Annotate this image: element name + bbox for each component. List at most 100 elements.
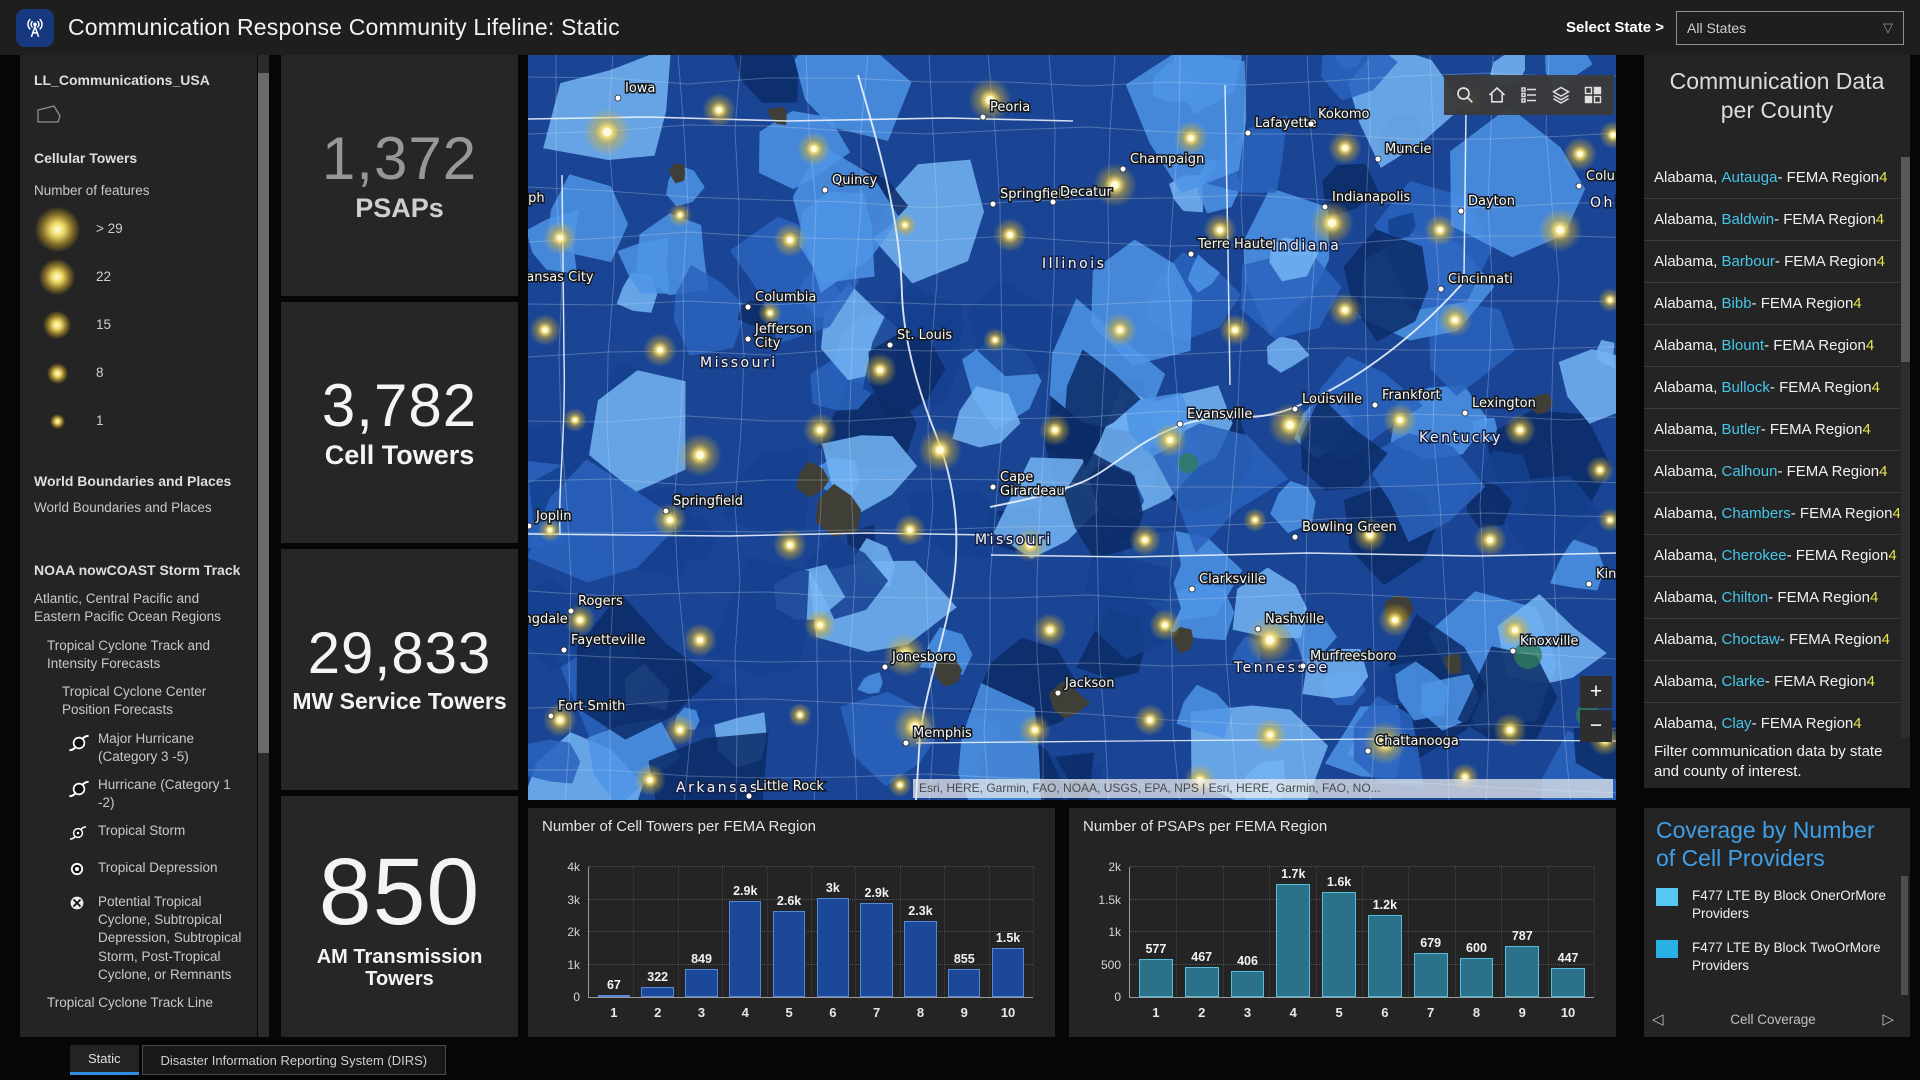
bar[interactable]	[1139, 959, 1173, 997]
bar[interactable]	[860, 903, 892, 997]
bar[interactable]	[1460, 958, 1494, 997]
map-tool-search-icon[interactable]	[1450, 80, 1480, 110]
county-row[interactable]: Alabama, Barbour - FEMA Region 4	[1644, 241, 1900, 283]
coverage-pager-label: Cell Coverage	[1730, 1012, 1816, 1027]
storm-legend-item: Tropical Cyclone Track and Intensity For…	[47, 637, 245, 673]
state-dropdown-value: All States	[1687, 20, 1746, 36]
city-label: Fort Smith	[558, 699, 625, 714]
bar[interactable]	[817, 898, 849, 997]
city-dot	[1365, 748, 1371, 754]
green-patch	[1178, 453, 1198, 473]
city-dot	[1375, 156, 1381, 162]
city-label: Lafayette	[1255, 116, 1317, 131]
city-label: Evansville	[1187, 407, 1252, 422]
county-row[interactable]: Alabama, Clarke - FEMA Region 4	[1644, 661, 1900, 703]
bar[interactable]	[1505, 946, 1539, 997]
circle-x-icon	[68, 893, 92, 984]
sidebar-scrollbar[interactable]	[258, 55, 269, 1037]
county-row-name: Clarke	[1722, 673, 1765, 690]
storm-legend-item: Tropical Depression	[68, 859, 245, 883]
bar-value-label: 2.9k	[733, 884, 757, 898]
tab-static[interactable]: Static	[70, 1045, 139, 1075]
city-label: Memphis	[913, 726, 972, 741]
coverage-scrollbar[interactable]	[1901, 820, 1908, 995]
y-axis-tick-label: 1k	[1108, 925, 1121, 939]
x-axis-label: 7	[1427, 1005, 1434, 1020]
bar[interactable]	[729, 901, 761, 997]
bar[interactable]	[992, 948, 1024, 997]
bar[interactable]	[685, 969, 717, 997]
city-dot	[1245, 130, 1251, 136]
bar-group: 3222	[636, 867, 680, 997]
bar[interactable]	[1551, 968, 1585, 997]
bar[interactable]	[1414, 953, 1448, 997]
state-dropdown[interactable]: All States ▽	[1676, 11, 1904, 45]
storm-legend-item: Major Hurricane (Category 3 -5)	[68, 730, 245, 766]
county-row[interactable]: Alabama, Butler - FEMA Region 4	[1644, 409, 1900, 451]
bar-group: 4672	[1179, 867, 1225, 997]
bar-group: 2.9k4	[723, 867, 767, 997]
coverage-next-button[interactable]: ▷	[1882, 1010, 1894, 1028]
stat-value: 29,833	[308, 624, 491, 685]
map-tool-home-icon[interactable]	[1482, 80, 1512, 110]
tab-disaster-information-reporting-system-dirs[interactable]: Disaster Information Reporting System (D…	[142, 1045, 447, 1075]
county-row[interactable]: Alabama, Chambers - FEMA Region 4	[1644, 493, 1900, 535]
county-row[interactable]: Alabama, Choctaw - FEMA Region 4	[1644, 619, 1900, 661]
x-axis-label: 10	[1561, 1005, 1575, 1020]
county-row-name: Choctaw	[1722, 631, 1780, 648]
bar[interactable]	[904, 921, 936, 997]
county-row[interactable]: Alabama, Autauga - FEMA Region 4	[1644, 157, 1900, 199]
x-axis-label: 4	[742, 1005, 749, 1020]
county-list-scrollbar-thumb[interactable]	[1901, 157, 1910, 362]
x-axis-label: 6	[1381, 1005, 1388, 1020]
bar[interactable]	[641, 987, 673, 997]
county-row[interactable]: Alabama, Calhoun - FEMA Region 4	[1644, 451, 1900, 493]
bar-value-label: 406	[1237, 954, 1258, 968]
county-list-scrollbar[interactable]	[1901, 157, 1910, 738]
zoom-out-button[interactable]: −	[1580, 710, 1612, 742]
county-row[interactable]: Alabama, Baldwin - FEMA Region 4	[1644, 199, 1900, 241]
bar-group: 671	[592, 867, 636, 997]
chart-title: Number of PSAPs per FEMA Region	[1083, 818, 1602, 835]
county-row[interactable]: Alabama, Bibb - FEMA Region 4	[1644, 283, 1900, 325]
bar[interactable]	[1368, 915, 1402, 997]
storm-legend-label: Tropical Depression	[98, 859, 218, 883]
county-row-state: Alabama,	[1654, 631, 1722, 648]
map-tool-legend-icon[interactable]	[1514, 80, 1544, 110]
bar-value-label: 1.6k	[1327, 875, 1351, 889]
city-label: Iowa	[625, 81, 655, 96]
bar[interactable]	[948, 969, 980, 997]
sidebar-scrollbar-thumb[interactable]	[258, 73, 269, 753]
bar[interactable]	[1276, 884, 1310, 997]
storm-legend-label: Potential Tropical Cyclone, Subtropical …	[98, 893, 245, 984]
bar[interactable]	[1322, 892, 1356, 997]
x-axis-label: 2	[1198, 1005, 1205, 1020]
city-label: Murfreesboro	[1310, 649, 1396, 664]
county-row[interactable]: Alabama, Chilton - FEMA Region 4	[1644, 577, 1900, 619]
county-row-region-number: 4	[1892, 505, 1900, 522]
county-row[interactable]: Alabama, Bullock - FEMA Region 4	[1644, 367, 1900, 409]
bar[interactable]	[1231, 971, 1265, 997]
city-label: Kansas City	[528, 270, 594, 285]
bar[interactable]	[1185, 967, 1219, 997]
county-row[interactable]: Alabama, Cherokee - FEMA Region 4	[1644, 535, 1900, 577]
y-axis-tick-label: 1.5k	[1098, 893, 1121, 907]
bar-value-label: 67	[607, 978, 621, 992]
bar[interactable]	[773, 911, 805, 997]
coverage-scrollbar-thumb[interactable]	[1901, 876, 1908, 995]
map-tool-layers-icon[interactable]	[1546, 80, 1576, 110]
county-row-name: Bibb	[1722, 295, 1752, 312]
map-tool-basemap-icon[interactable]	[1578, 80, 1608, 110]
city-dot	[663, 508, 669, 514]
county-row[interactable]: Alabama, Blount - FEMA Region 4	[1644, 325, 1900, 367]
zoom-in-button[interactable]: +	[1580, 676, 1612, 708]
county-row-region-number: 4	[1882, 631, 1890, 648]
map-view[interactable]: MissouriIllinoisIndianaKentuckyTennessee…	[528, 55, 1616, 800]
coverage-prev-button[interactable]: ◁	[1652, 1010, 1664, 1028]
county-row[interactable]: Alabama, Clay - FEMA Region 4	[1644, 703, 1900, 738]
y-axis-tick-label: 500	[1101, 958, 1121, 972]
bar[interactable]	[598, 995, 630, 997]
city-label: Springfield	[673, 494, 743, 509]
bar-group: 1.5k10	[986, 867, 1030, 997]
county-row-state: Alabama,	[1654, 169, 1722, 186]
